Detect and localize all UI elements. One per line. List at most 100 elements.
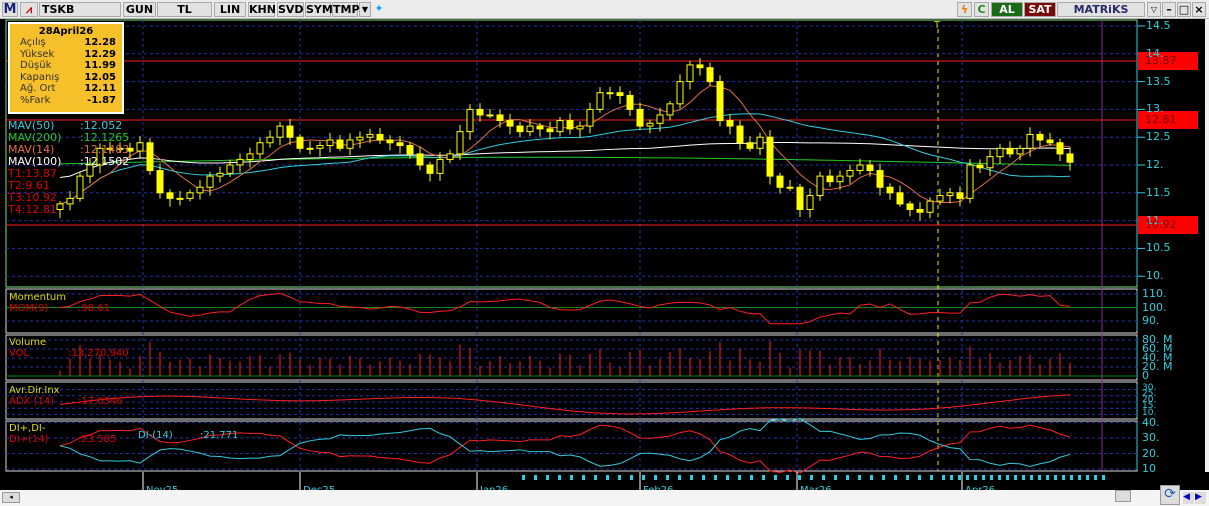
scrollbar-thumb[interactable] bbox=[1115, 490, 1131, 502]
volume-value: :13,270,940 bbox=[68, 348, 129, 359]
chart-type-icon[interactable]: ⩘ bbox=[20, 2, 38, 17]
dropdown-arrow-icon[interactable]: ▼ bbox=[359, 2, 371, 17]
di-title: DI+,DI- bbox=[9, 423, 46, 434]
candle-body bbox=[526, 125, 534, 133]
candle-body bbox=[586, 108, 594, 127]
candle-body bbox=[286, 125, 294, 138]
event-marker bbox=[846, 475, 849, 480]
khn-button[interactable]: KHN bbox=[248, 2, 276, 17]
event-marker bbox=[958, 475, 961, 480]
scroll-left-button[interactable]: ◂ bbox=[2, 492, 20, 503]
event-marker bbox=[714, 475, 717, 480]
candle-body bbox=[996, 147, 1004, 158]
level-label: 12.81 bbox=[1145, 112, 1177, 126]
candle-body bbox=[216, 172, 224, 177]
candle-body bbox=[576, 125, 584, 130]
sync-icon[interactable]: ⟳ bbox=[1160, 485, 1180, 505]
info-label: Kapanış bbox=[20, 71, 60, 83]
refresh-icon[interactable]: C bbox=[974, 2, 989, 17]
candle-body bbox=[1006, 147, 1014, 155]
event-marker bbox=[822, 475, 825, 480]
chart-area[interactable] bbox=[0, 19, 1209, 491]
level-label: 10.92 bbox=[1145, 218, 1177, 232]
minimize-button[interactable]: – bbox=[1162, 2, 1176, 17]
momentum-title: Momentum bbox=[9, 292, 66, 303]
candle-body bbox=[626, 95, 634, 110]
candle-body bbox=[796, 186, 804, 210]
candle-body bbox=[806, 195, 814, 210]
candle-body bbox=[146, 142, 154, 172]
candle-body bbox=[516, 125, 524, 133]
candle-body bbox=[536, 125, 544, 130]
chart-canvas[interactable] bbox=[0, 19, 1209, 491]
momentum-name: MOM(9) bbox=[9, 303, 49, 314]
info-label: Yüksek bbox=[20, 48, 55, 60]
currency-button[interactable]: TL bbox=[157, 2, 212, 17]
event-marker bbox=[1094, 475, 1097, 480]
event-marker bbox=[942, 475, 945, 480]
scroll-left-arrow[interactable]: ◀ bbox=[1183, 492, 1194, 504]
event-marker bbox=[870, 475, 873, 480]
symbol-field[interactable]: TSKB bbox=[39, 2, 121, 17]
toolbar: M ⩘ TSKB GUN TL LIN KHN SVD SYM TMP ▼ ✦ … bbox=[0, 0, 1209, 19]
candle-body bbox=[956, 192, 964, 199]
candle-body bbox=[926, 200, 934, 213]
candle-body bbox=[596, 92, 604, 110]
info-row: Yüksek 12.29 bbox=[10, 49, 122, 61]
candle-body bbox=[206, 175, 214, 188]
candle-body bbox=[696, 64, 704, 69]
candle-body bbox=[416, 153, 424, 166]
event-marker bbox=[798, 475, 801, 480]
sell-button[interactable]: SAT bbox=[1024, 2, 1056, 17]
candle-body bbox=[196, 186, 204, 194]
candle-body bbox=[406, 145, 414, 155]
maximize-button[interactable]: □ bbox=[1177, 2, 1191, 17]
svd-button[interactable]: SVD bbox=[277, 2, 304, 17]
buy-button[interactable]: AL bbox=[991, 2, 1023, 17]
sym-button[interactable]: SYM bbox=[305, 2, 333, 17]
candle-body bbox=[186, 192, 194, 199]
event-marker bbox=[858, 475, 861, 480]
period-button[interactable]: GUN bbox=[123, 2, 156, 17]
ohlc-info-box: 28April26 Açılış 12.28 Yüksek 12.29 Düşük 11.… bbox=[8, 22, 124, 114]
candle-body bbox=[606, 92, 614, 95]
candle-body bbox=[616, 92, 624, 97]
event-marker bbox=[702, 475, 705, 480]
candle-body bbox=[426, 164, 434, 174]
candle-body bbox=[966, 164, 974, 199]
candle-body bbox=[66, 197, 74, 205]
event-marker bbox=[810, 475, 813, 480]
di-plus-name: DI+(14) bbox=[9, 434, 49, 445]
event-marker bbox=[678, 475, 681, 480]
candle-body bbox=[856, 164, 864, 172]
scale-button[interactable]: LIN bbox=[214, 2, 246, 17]
twitter-icon[interactable]: ✦ bbox=[372, 2, 386, 17]
candle-body bbox=[476, 108, 484, 116]
event-marker bbox=[1030, 475, 1033, 480]
close-button[interactable]: × bbox=[1192, 2, 1206, 17]
event-marker bbox=[1022, 475, 1025, 480]
candle-body bbox=[936, 195, 944, 202]
candle-body bbox=[916, 208, 924, 213]
candle-body bbox=[656, 114, 664, 124]
candle-body bbox=[816, 175, 824, 197]
price-tick-label: 13.5 bbox=[1146, 74, 1171, 88]
info-label: Açılış bbox=[20, 37, 46, 48]
scroll-right-arrow[interactable]: ▶ bbox=[1195, 492, 1206, 504]
candle-body bbox=[686, 64, 694, 83]
event-marker bbox=[906, 475, 909, 480]
candle-body bbox=[566, 120, 574, 130]
candle-body bbox=[636, 108, 644, 127]
event-marker bbox=[1006, 475, 1009, 480]
pane-1 bbox=[5, 288, 1138, 334]
lightning-icon[interactable]: ϟ bbox=[957, 2, 972, 17]
candle-body bbox=[1066, 153, 1074, 163]
candle-body bbox=[166, 192, 174, 199]
candle-body bbox=[386, 139, 394, 144]
event-marker bbox=[630, 475, 633, 480]
collapse-icon[interactable]: ▽ bbox=[1147, 2, 1161, 17]
vol-tick-label: 0 bbox=[1142, 369, 1149, 382]
event-marker bbox=[738, 475, 741, 480]
tmp-button[interactable]: TMP bbox=[332, 2, 360, 17]
matriks-logo[interactable]: M bbox=[2, 2, 18, 17]
